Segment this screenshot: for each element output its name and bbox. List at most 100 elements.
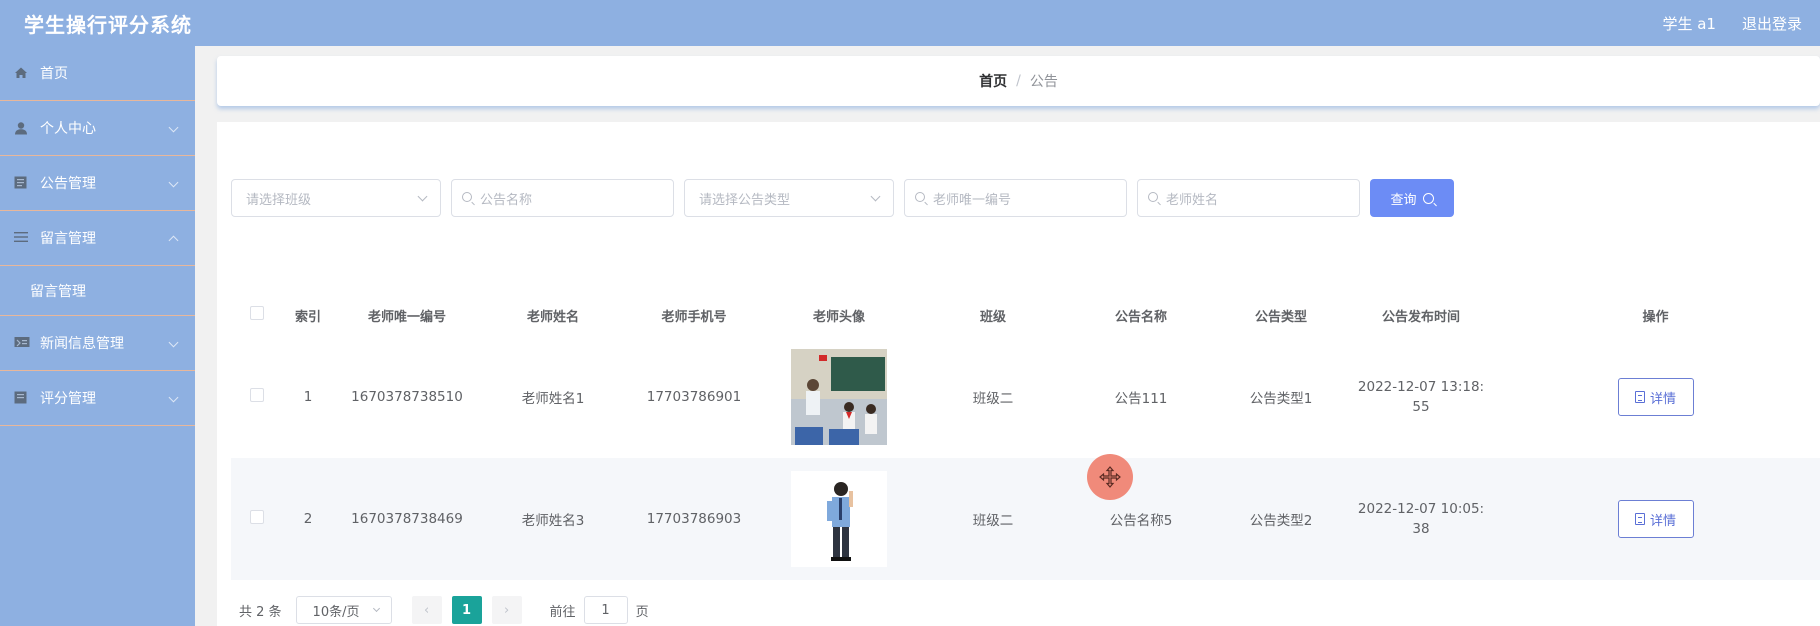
chevron-right-icon: › — [503, 602, 510, 618]
detail-button[interactable]: 详情 — [1617, 500, 1694, 538]
cell-index: 2 — [283, 458, 333, 580]
sidebar-subitem-message-management[interactable]: 留言管理 — [0, 266, 195, 316]
column-header: 公告名称 — [1071, 294, 1211, 336]
sidebar: 首页 个人中心 公告管理 留言管理 留言管理 新闻信息管理 评分管理 — [0, 46, 195, 626]
teacher-name-input[interactable]: 老师姓名 — [1137, 179, 1360, 217]
chevron-down-icon — [417, 191, 428, 202]
document-icon — [1634, 391, 1645, 403]
cell-teacher-id: 1670378738510 — [333, 336, 481, 458]
publish-time-line1: 2022-12-07 13:18: — [1357, 379, 1485, 395]
notice-icon — [14, 176, 30, 190]
search-icon — [462, 192, 472, 202]
select-all-header[interactable] — [231, 294, 283, 336]
cell-actions: 详情 — [1491, 336, 1820, 458]
cell-publish-time: 2022-12-07 10:05: 38 — [1351, 458, 1491, 580]
cell-avatar — [763, 336, 915, 458]
sidebar-item-label: 新闻信息管理 — [40, 336, 124, 352]
chevron-down-icon — [168, 122, 179, 133]
sidebar-item-label: 留言管理 — [40, 231, 96, 247]
cell-phone: 17703786903 — [625, 458, 763, 580]
chevron-down-icon — [870, 191, 881, 202]
cell-notice-name: 公告111 — [1071, 336, 1211, 458]
prev-page-button[interactable]: ‹ — [411, 596, 442, 624]
column-header: 老师姓名 — [481, 294, 625, 336]
cell-class: 班级二 — [915, 458, 1071, 580]
column-header: 公告类型 — [1211, 294, 1351, 336]
teacher-avatar[interactable] — [791, 349, 887, 445]
sidebar-item-news-management[interactable]: 新闻信息管理 — [0, 316, 195, 371]
sidebar-item-label: 个人中心 — [40, 121, 96, 137]
chevron-down-icon — [168, 337, 179, 348]
cell-phone: 17703786901 — [625, 336, 763, 458]
cell-teacher-id: 1670378738469 — [333, 458, 481, 580]
teacher-avatar[interactable] — [791, 471, 887, 567]
goto-page-input[interactable]: 1 — [583, 596, 628, 624]
query-button-label: 查询 — [1390, 192, 1417, 208]
drag-handle[interactable] — [1087, 454, 1133, 500]
breadcrumb-current: 公告 — [1029, 74, 1058, 90]
move-icon — [1099, 466, 1121, 488]
notice-name-input[interactable]: 公告名称 — [451, 179, 674, 217]
cell-class: 班级二 — [915, 336, 1071, 458]
cell-notice-type: 公告类型2 — [1211, 458, 1351, 580]
cell-teacher-name: 老师姓名1 — [481, 336, 625, 458]
logout-link[interactable]: 退出登录 — [1742, 13, 1802, 34]
class-select-placeholder: 请选择班级 — [246, 192, 312, 208]
sidebar-item-personal-center[interactable]: 个人中心 — [0, 101, 195, 156]
column-header: 老师手机号 — [625, 294, 763, 336]
breadcrumb-home[interactable]: 首页 — [979, 71, 1007, 91]
sidebar-item-home[interactable]: 首页 — [0, 46, 195, 101]
table-row: 2 1670378738469 老师姓名3 17703786903 班级二 公告… — [231, 458, 1820, 580]
list-icon — [14, 231, 30, 245]
chevron-down-icon — [168, 392, 179, 403]
home-icon — [14, 66, 30, 80]
sidebar-item-label: 评分管理 — [40, 391, 96, 407]
pagination-total: 共 2 条 — [239, 604, 282, 620]
table-row: 1 1670378738510 老师姓名1 17703786901 班级二 公告… — [231, 336, 1820, 458]
column-header: 老师唯一编号 — [333, 294, 481, 336]
header-actions: 学生 a1 退出登录 — [1662, 13, 1802, 34]
filter-bar: 请选择班级 公告名称 请选择公告类型 老师唯一编号 老师姓名 查询 — [231, 179, 1454, 217]
top-header: 学生操行评分系统 学生 a1 退出登录 — [0, 0, 1820, 46]
notice-type-placeholder: 请选择公告类型 — [699, 192, 791, 208]
query-button[interactable]: 查询 — [1370, 179, 1454, 217]
breadcrumb-separator: / — [1016, 73, 1021, 89]
current-user: 学生 a1 — [1662, 14, 1716, 33]
teacher-id-input[interactable]: 老师唯一编号 — [904, 179, 1127, 217]
chevron-left-icon: ‹ — [423, 602, 430, 618]
user-icon — [14, 121, 30, 135]
page-unit-label: 页 — [635, 604, 649, 620]
column-header: 索引 — [283, 294, 333, 336]
news-icon — [14, 336, 30, 350]
page-number-button[interactable]: 1 — [451, 596, 482, 624]
sidebar-item-notice-management[interactable]: 公告管理 — [0, 156, 195, 211]
class-select[interactable]: 请选择班级 — [231, 179, 441, 217]
next-page-button[interactable]: › — [491, 596, 522, 624]
chevron-down-icon — [168, 177, 179, 188]
cell-teacher-name: 老师姓名3 — [481, 458, 625, 580]
teacher-name-placeholder: 老师姓名 — [1166, 192, 1219, 208]
column-header: 操作 — [1491, 294, 1820, 336]
row-checkbox[interactable] — [250, 510, 264, 524]
sidebar-item-label: 公告管理 — [40, 176, 96, 192]
document-icon — [1634, 513, 1645, 525]
cell-actions: 详情 — [1491, 458, 1820, 580]
cell-index: 1 — [283, 336, 333, 458]
content-card: 请选择班级 公告名称 请选择公告类型 老师唯一编号 老师姓名 查询 索引 老师唯… — [217, 122, 1820, 626]
sidebar-item-message-management[interactable]: 留言管理 — [0, 211, 195, 266]
cell-avatar — [763, 458, 915, 580]
notice-type-select[interactable]: 请选择公告类型 — [684, 179, 894, 217]
detail-button-label: 详情 — [1649, 391, 1676, 407]
row-checkbox[interactable] — [250, 388, 264, 402]
main-content: 首页 / 公告 请选择班级 公告名称 请选择公告类型 老师唯一编号 老师姓名 查… — [195, 46, 1820, 626]
app-title: 学生操行评分系统 — [24, 12, 192, 37]
column-header: 老师头像 — [763, 294, 915, 336]
breadcrumb: 首页 / 公告 — [217, 56, 1820, 106]
select-all-checkbox[interactable] — [250, 306, 264, 320]
column-header: 公告发布时间 — [1351, 294, 1491, 336]
sidebar-item-score-management[interactable]: 评分管理 — [0, 371, 195, 426]
page-size-select[interactable]: 10条/页 — [295, 596, 392, 624]
page-size-value: 10条/页 — [312, 604, 360, 620]
detail-button[interactable]: 详情 — [1617, 378, 1694, 416]
search-icon — [915, 192, 925, 202]
